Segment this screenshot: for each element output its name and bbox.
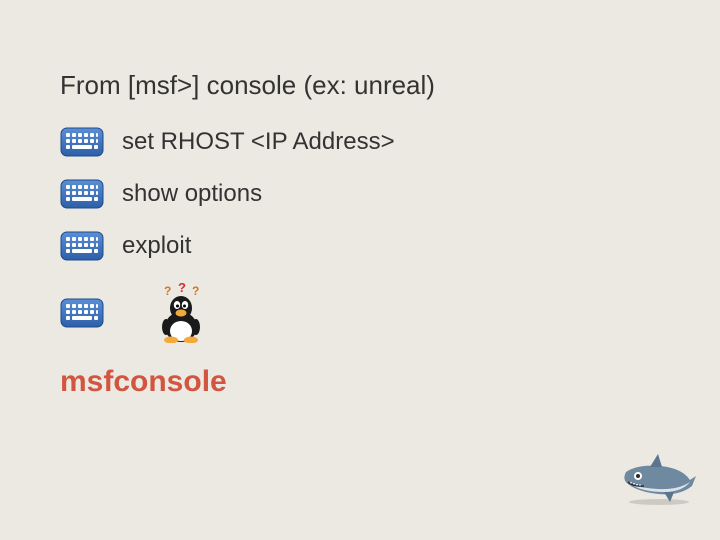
command-row: show options	[60, 179, 620, 209]
slide-title: msfconsole	[60, 365, 620, 399]
command-text: exploit	[122, 232, 191, 260]
keyboard-icon	[60, 127, 104, 157]
command-text: show options	[122, 180, 262, 208]
shark-icon	[620, 452, 698, 506]
svg-text:?: ?	[178, 283, 186, 295]
tux-confused-icon: ? ? ?	[154, 283, 208, 343]
slide-heading: From [msf>] console (ex: unreal)	[60, 70, 620, 101]
keyboard-icon	[60, 298, 104, 328]
keyboard-icon	[60, 179, 104, 209]
command-text: set RHOST <IP Address>	[122, 128, 395, 156]
svg-text:?: ?	[164, 284, 171, 298]
command-row: exploit	[60, 231, 620, 261]
slide-content: From [msf>] console (ex: unreal) set RHO…	[60, 70, 620, 399]
keyboard-icon	[60, 231, 104, 261]
command-row: set RHOST <IP Address>	[60, 127, 620, 157]
svg-text:?: ?	[192, 284, 199, 298]
command-row: ? ? ?	[60, 283, 620, 343]
